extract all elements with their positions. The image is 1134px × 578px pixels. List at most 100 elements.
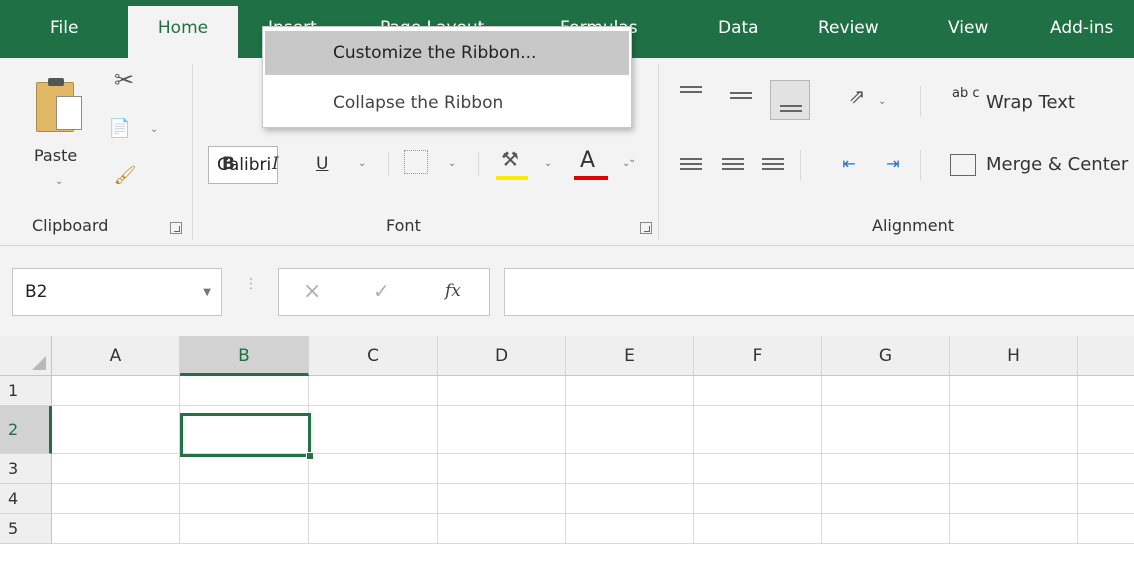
cell-overflow1[interactable] [1078,376,1134,406]
cell-f4[interactable] [694,484,822,514]
name-box[interactable]: B2 ▼ [12,268,222,316]
cell-g5[interactable] [822,514,950,544]
orientation-icon[interactable]: ⇗ [842,82,872,110]
active-cell-b2[interactable] [180,413,314,460]
column-header-f[interactable]: F [694,336,822,376]
fill-color-dropdown-icon[interactable]: ⌄ [544,158,552,169]
cell-a1[interactable] [52,376,180,406]
cell-e3[interactable] [566,454,694,484]
menu-item-collapse-ribbon[interactable]: Collapse the Ribbon [265,81,629,125]
select-all-button[interactable] [0,336,52,376]
cell-d5[interactable] [438,514,566,544]
cell-a3[interactable] [52,454,180,484]
underline-button[interactable]: U [316,154,328,174]
column-header-g[interactable]: G [822,336,950,376]
column-header-a[interactable]: A [52,336,180,376]
row-header-2[interactable]: 2 [0,406,52,454]
cell-h1[interactable] [950,376,1078,406]
align-right-icon[interactable] [762,158,784,173]
cell-g2[interactable] [822,406,950,454]
cell-c2[interactable] [309,406,438,454]
cell-c5[interactable] [309,514,438,544]
tab-view[interactable]: View [948,18,988,38]
cell-d1[interactable] [438,376,566,406]
column-header-b[interactable]: B [180,336,309,376]
align-top-icon[interactable] [680,86,702,96]
cell-b5[interactable] [180,514,309,544]
borders-dropdown-icon[interactable]: ⌄ [448,158,456,169]
cut-icon[interactable]: ✂ [110,66,138,94]
tab-review[interactable]: Review [818,18,879,38]
enter-icon[interactable]: ✓ [373,279,390,303]
cell-h4[interactable] [950,484,1078,514]
cell-g1[interactable] [822,376,950,406]
cell-c3[interactable] [309,454,438,484]
menu-item-customize-ribbon[interactable]: Customize the Ribbon... [265,31,629,75]
increase-indent-icon[interactable]: ⇥ [878,152,908,174]
merge-center-button[interactable]: Merge & Center [986,154,1128,175]
wrap-text-button[interactable]: Wrap Text [986,92,1075,113]
cell-a2[interactable] [52,406,180,454]
row-header-4[interactable]: 4 [0,484,52,514]
align-bottom-icon[interactable] [770,80,810,120]
align-center-icon[interactable] [722,158,744,173]
column-header-h[interactable]: H [950,336,1078,376]
tab-data[interactable]: Data [718,18,759,38]
cell-c4[interactable] [309,484,438,514]
bold-button[interactable]: B [222,154,235,174]
column-header-d[interactable]: D [438,336,566,376]
cell-g4[interactable] [822,484,950,514]
formula-input[interactable] [504,268,1134,316]
cell-a5[interactable] [52,514,180,544]
cell-h3[interactable] [950,454,1078,484]
cell-b1[interactable] [180,376,309,406]
underline-dropdown-icon[interactable]: ⌄ [358,158,366,169]
cell-d2[interactable] [438,406,566,454]
tab-file[interactable]: File [50,18,78,38]
name-box-dropdown-icon[interactable]: ▼ [203,287,211,298]
align-middle-icon[interactable] [730,92,752,102]
cell-overflow3[interactable] [1078,454,1134,484]
column-header-c[interactable]: C [309,336,438,376]
paste-dropdown-icon[interactable]: ⌄ [55,176,63,187]
cell-f1[interactable] [694,376,822,406]
cell-f5[interactable] [694,514,822,544]
cell-overflow4[interactable] [1078,484,1134,514]
copy-dropdown-icon[interactable]: ⌄ [150,124,158,135]
clipboard-dialog-launcher-icon[interactable] [170,222,182,234]
cell-a4[interactable] [52,484,180,514]
cell-overflow5[interactable] [1078,514,1134,544]
cell-f2[interactable] [694,406,822,454]
row-header-1[interactable]: 1 [0,376,52,406]
decrease-indent-icon[interactable]: ⇤ [834,152,864,174]
column-header-e[interactable]: E [566,336,694,376]
insert-function-icon[interactable]: fx [445,281,461,301]
font-dialog-launcher-icon[interactable] [640,222,652,234]
cell-e4[interactable] [566,484,694,514]
row-header-3[interactable]: 3 [0,454,52,484]
cell-g3[interactable] [822,454,950,484]
font-color-button[interactable]: A [580,148,595,173]
cell-f3[interactable] [694,454,822,484]
copy-icon[interactable]: 📄 [108,116,132,140]
formula-bar-resize-handle[interactable]: ⋮ [244,277,258,291]
align-left-icon[interactable] [680,158,702,173]
italic-button[interactable]: I [272,154,279,174]
format-painter-icon[interactable]: 🖌 [112,162,138,188]
cell-h5[interactable] [950,514,1078,544]
font-color-dropdown-icon[interactable]: ⌄ [622,158,630,169]
cell-e2[interactable] [566,406,694,454]
cell-c1[interactable] [309,376,438,406]
cell-b4[interactable] [180,484,309,514]
cell-e5[interactable] [566,514,694,544]
font-name-combobox[interactable]: Calibri [208,146,278,184]
tab-add-ins[interactable]: Add-ins [1050,18,1113,38]
cell-d4[interactable] [438,484,566,514]
tab-home[interactable]: Home [128,6,238,58]
cell-e1[interactable] [566,376,694,406]
orientation-dropdown-icon[interactable]: ⌄ [878,96,886,107]
fill-handle[interactable] [306,452,314,460]
cell-b3[interactable] [180,454,309,484]
cell-overflow2[interactable] [1078,406,1134,454]
row-header-5[interactable]: 5 [0,514,52,544]
